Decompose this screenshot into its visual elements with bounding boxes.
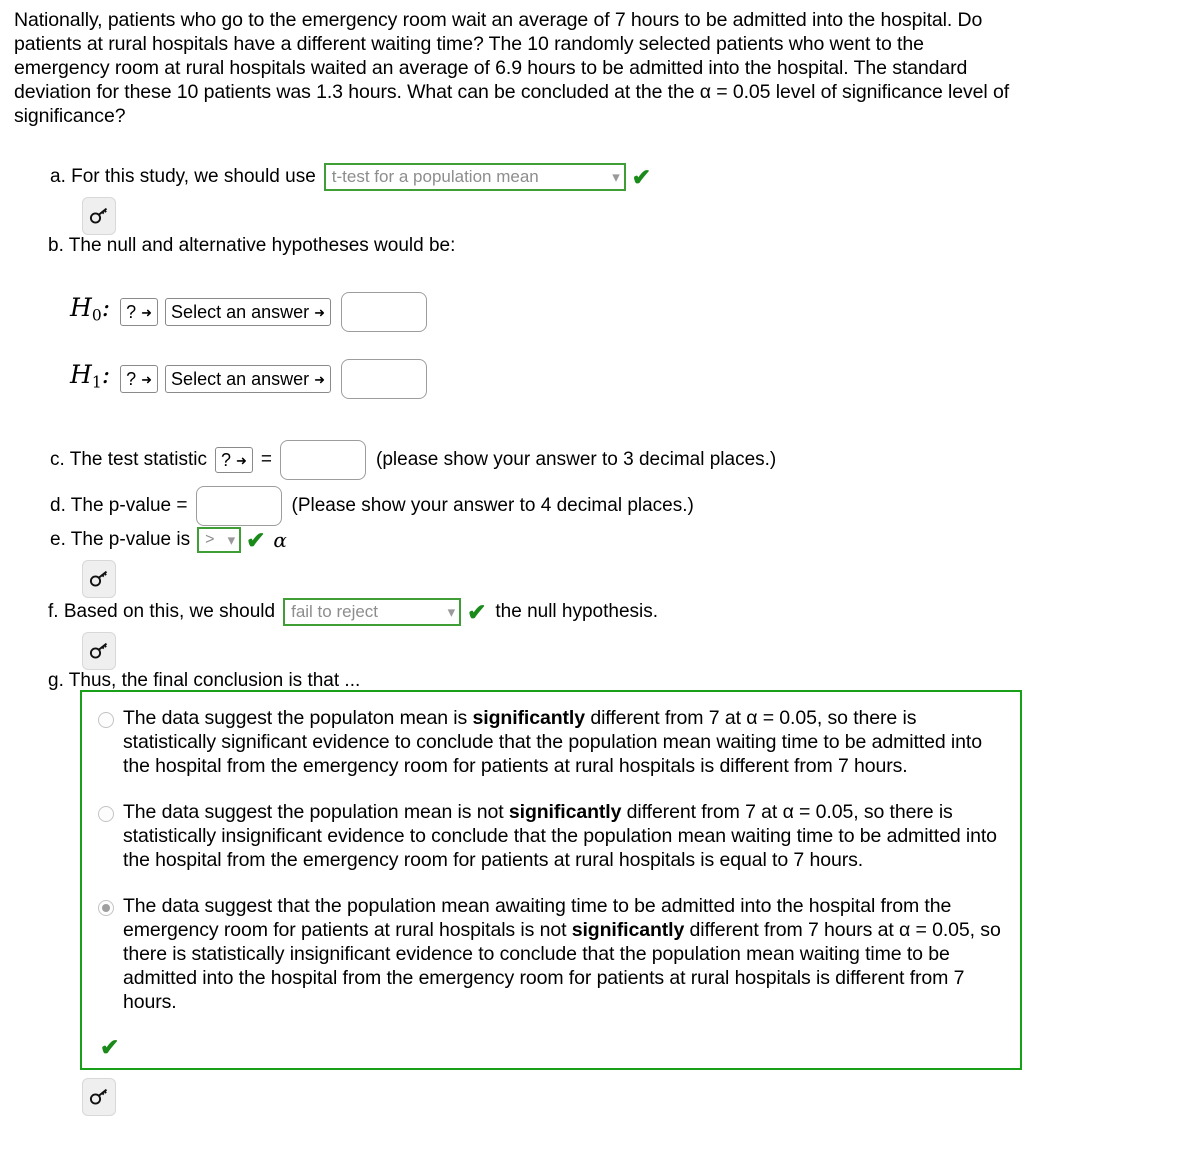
part-d-hint: (Please show your answer to 4 decimal pl…: [291, 495, 694, 516]
part-b: b. The null and alternative hypotheses w…: [48, 234, 455, 258]
part-a-label: a. For this study, we should use: [50, 166, 316, 187]
part-a: a. For this study, we should use t-test …: [50, 163, 651, 235]
p-value-comparison-select[interactable]: > ▾: [197, 527, 242, 553]
h1-symbol-select[interactable]: ? ➜: [120, 365, 159, 393]
test-statistic-symbol-select[interactable]: ? ➜: [214, 447, 253, 473]
part-e-alpha: α: [273, 528, 287, 552]
chevron-down-icon: ▾: [447, 603, 456, 621]
chevron-down-icon: ➜: [141, 371, 153, 387]
conclusion-radio-1[interactable]: [98, 712, 114, 728]
part-f-label-before: f. Based on this, we should: [48, 601, 276, 622]
h0-symbol-select-value: ?: [126, 302, 137, 322]
part-c: c. The test statistic ? ➜ = (please show…: [50, 440, 776, 480]
h1-symbol-select-value: ?: [126, 369, 137, 389]
part-a-row: a. For this study, we should use t-test …: [50, 163, 651, 191]
part-d-label: d. The p-value =: [50, 495, 188, 516]
p-value-input[interactable]: [195, 486, 282, 526]
h0-value-input[interactable]: [341, 292, 428, 332]
p-value-comparison-value: >: [205, 531, 215, 548]
key-icon: [89, 570, 108, 587]
key-icon: [89, 207, 108, 224]
part-f-label-after: the null hypothesis.: [495, 601, 659, 622]
chevron-down-icon: ➜: [236, 452, 247, 468]
chevron-down-icon: ➜: [141, 304, 153, 320]
conclusion-radio-3[interactable]: [98, 900, 114, 916]
part-f-correct-icon: ✔: [467, 598, 487, 625]
part-f: f. Based on this, we should fail to reje…: [48, 598, 658, 670]
part-a-answer-key-button[interactable]: [82, 197, 116, 235]
decision-select[interactable]: fail to reject ▾: [283, 598, 462, 626]
part-e-label: e. The p-value is: [50, 529, 191, 550]
conclusion-radio-2[interactable]: [98, 806, 114, 822]
key-icon: [89, 642, 108, 659]
conclusion-option[interactable]: The data suggest the population mean is …: [98, 800, 1004, 872]
part-g-label: g. Thus, the final conclusion is that ..…: [48, 670, 361, 691]
h0-answer-select-value: Select an answer: [171, 302, 310, 322]
null-hypothesis-row: H0: ? ➜ Select an answer ➜: [70, 292, 428, 332]
part-g-correct-icon: ✔: [100, 1034, 120, 1060]
h1-answer-select-value: Select an answer: [171, 369, 310, 389]
part-e-correct-icon: ✔: [246, 526, 266, 553]
part-a-correct-icon: ✔: [631, 163, 652, 190]
part-g-answer-key-wrap: [82, 1078, 116, 1116]
chevron-down-icon: ➜: [314, 304, 326, 320]
part-e-answer-key-button[interactable]: [82, 560, 116, 598]
part-f-answer-key-button[interactable]: [82, 632, 116, 670]
chevron-down-icon: ➜: [314, 371, 326, 387]
part-g-correct-row: ✔: [98, 1036, 1004, 1062]
part-c-equals: =: [260, 449, 273, 470]
h1-label: H1:: [70, 360, 111, 392]
conclusion-option[interactable]: The data suggest that the population mea…: [98, 894, 1004, 1014]
test-statistic-input[interactable]: [280, 440, 367, 480]
test-type-select-value: t-test for a population mean: [331, 167, 539, 186]
part-g-answer-key-button[interactable]: [82, 1078, 116, 1116]
h1-value-input[interactable]: [341, 359, 428, 399]
conclusion-options-box: The data suggest the populaton mean is s…: [80, 690, 1022, 1070]
alt-hypothesis-row: H1: ? ➜ Select an answer ➜: [70, 359, 428, 399]
part-c-hint: (please show your answer to 3 decimal pl…: [376, 449, 777, 470]
h0-symbol-select[interactable]: ? ➜: [120, 298, 159, 326]
test-statistic-symbol-value: ?: [220, 450, 231, 470]
part-e: e. The p-value is > ▾ ✔ α: [50, 527, 287, 598]
chevron-down-icon: ▾: [227, 531, 236, 549]
key-icon: [89, 1088, 108, 1105]
conclusion-option[interactable]: The data suggest the populaton mean is s…: [98, 706, 1004, 778]
chevron-down-icon: ▾: [612, 168, 620, 186]
test-type-select[interactable]: t-test for a population mean ▾: [323, 163, 626, 191]
conclusion-option-3-text: The data suggest that the population mea…: [123, 895, 1001, 1013]
decision-select-value: fail to reject: [291, 602, 379, 621]
h1-answer-select[interactable]: Select an answer ➜: [165, 365, 332, 393]
part-c-label: c. The test statistic: [50, 449, 207, 470]
h0-answer-select[interactable]: Select an answer ➜: [165, 298, 332, 326]
conclusion-option-1-text: The data suggest the populaton mean is s…: [123, 707, 982, 777]
part-b-label: b. The null and alternative hypotheses w…: [48, 235, 456, 256]
h0-label: H0:: [70, 293, 111, 325]
conclusion-option-2-text: The data suggest the population mean is …: [123, 801, 997, 871]
problem-statement: Nationally, patients who go to the emerg…: [14, 9, 1010, 127]
part-d: d. The p-value = (Please show your answe…: [50, 486, 694, 526]
